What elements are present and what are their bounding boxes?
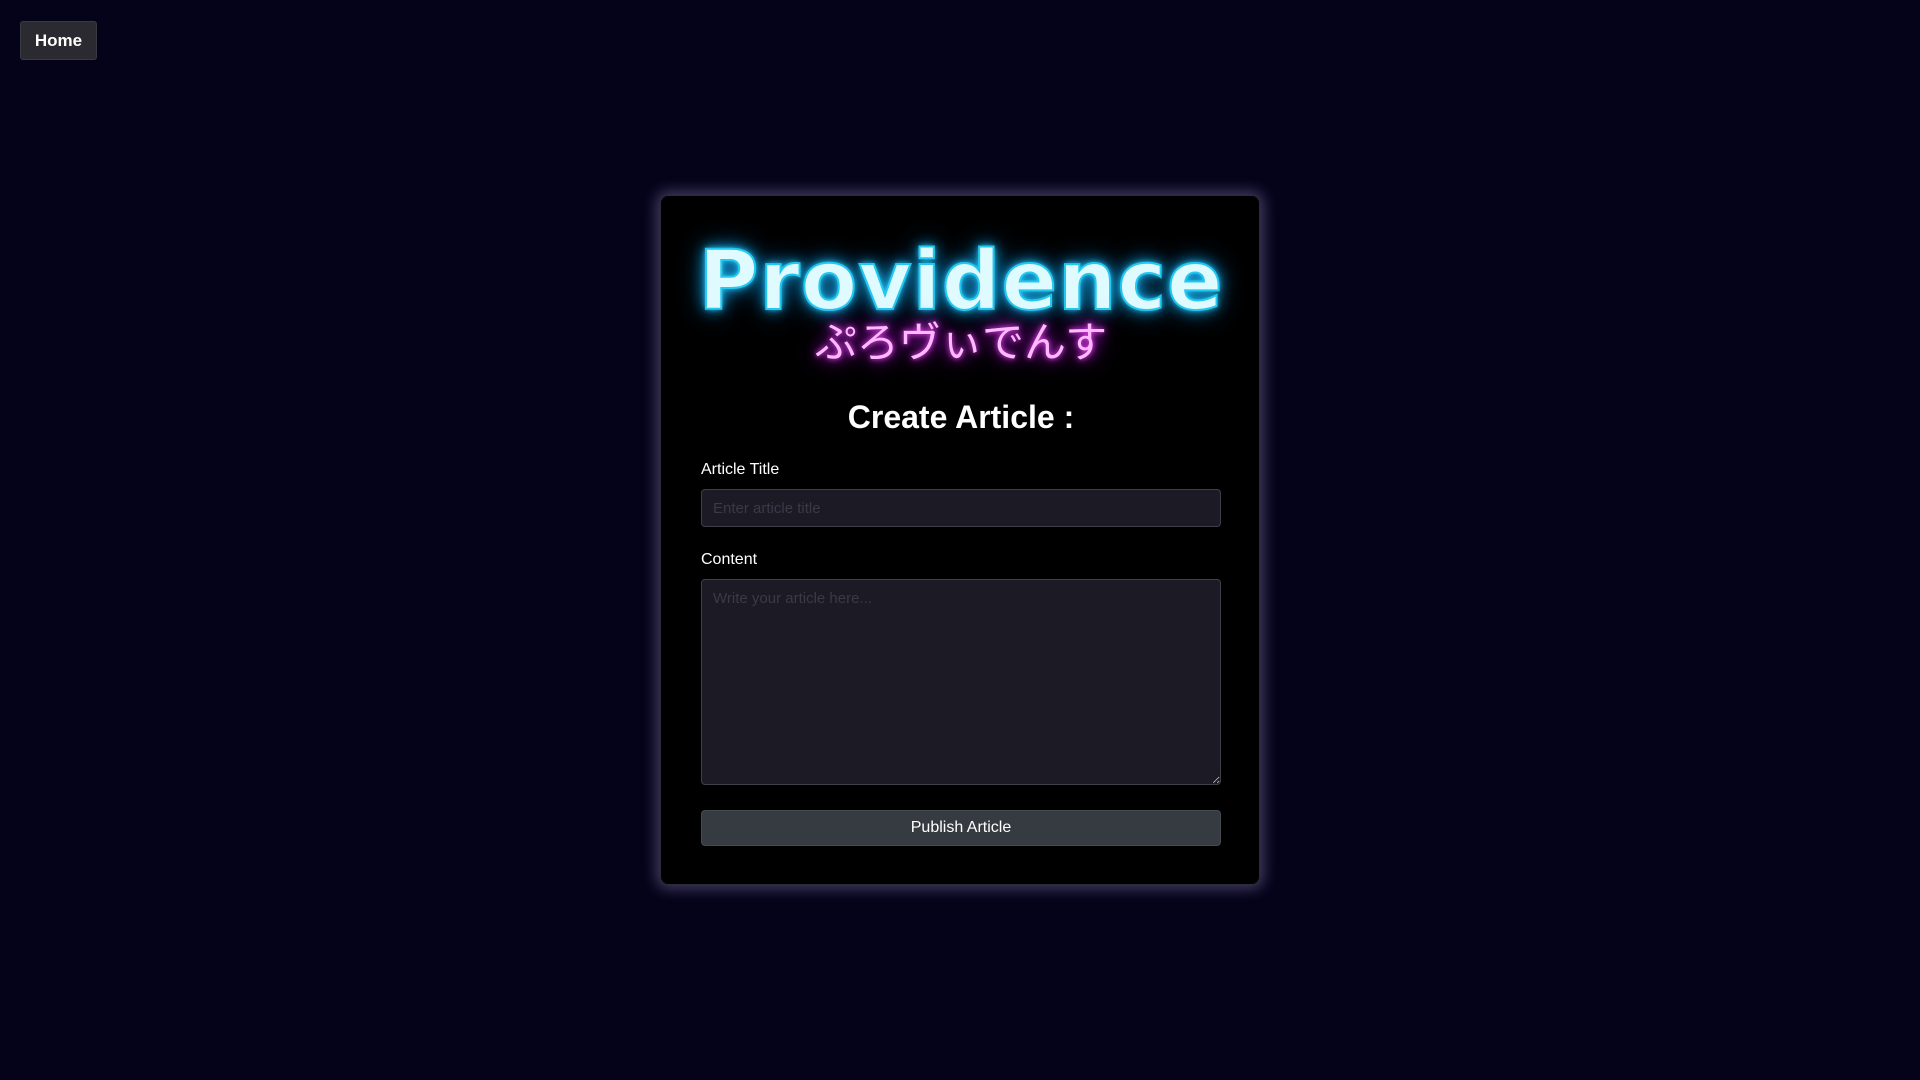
content-textarea[interactable] bbox=[701, 579, 1221, 785]
publish-article-button[interactable]: Publish Article bbox=[701, 810, 1221, 846]
home-button[interactable]: Home bbox=[20, 21, 97, 60]
create-article-card: Providence ぷろヴぃでんす Create Article : Arti… bbox=[660, 195, 1260, 885]
form-title: Create Article : bbox=[847, 399, 1075, 435]
logo-subtitle: ぷろヴぃでんす bbox=[814, 318, 1108, 367]
providence-logo: Providence ぷろヴぃでんす bbox=[661, 233, 1261, 374]
content-label: Content bbox=[701, 551, 758, 568]
article-title-label: Article Title bbox=[701, 461, 780, 478]
article-title-input[interactable] bbox=[701, 489, 1221, 527]
